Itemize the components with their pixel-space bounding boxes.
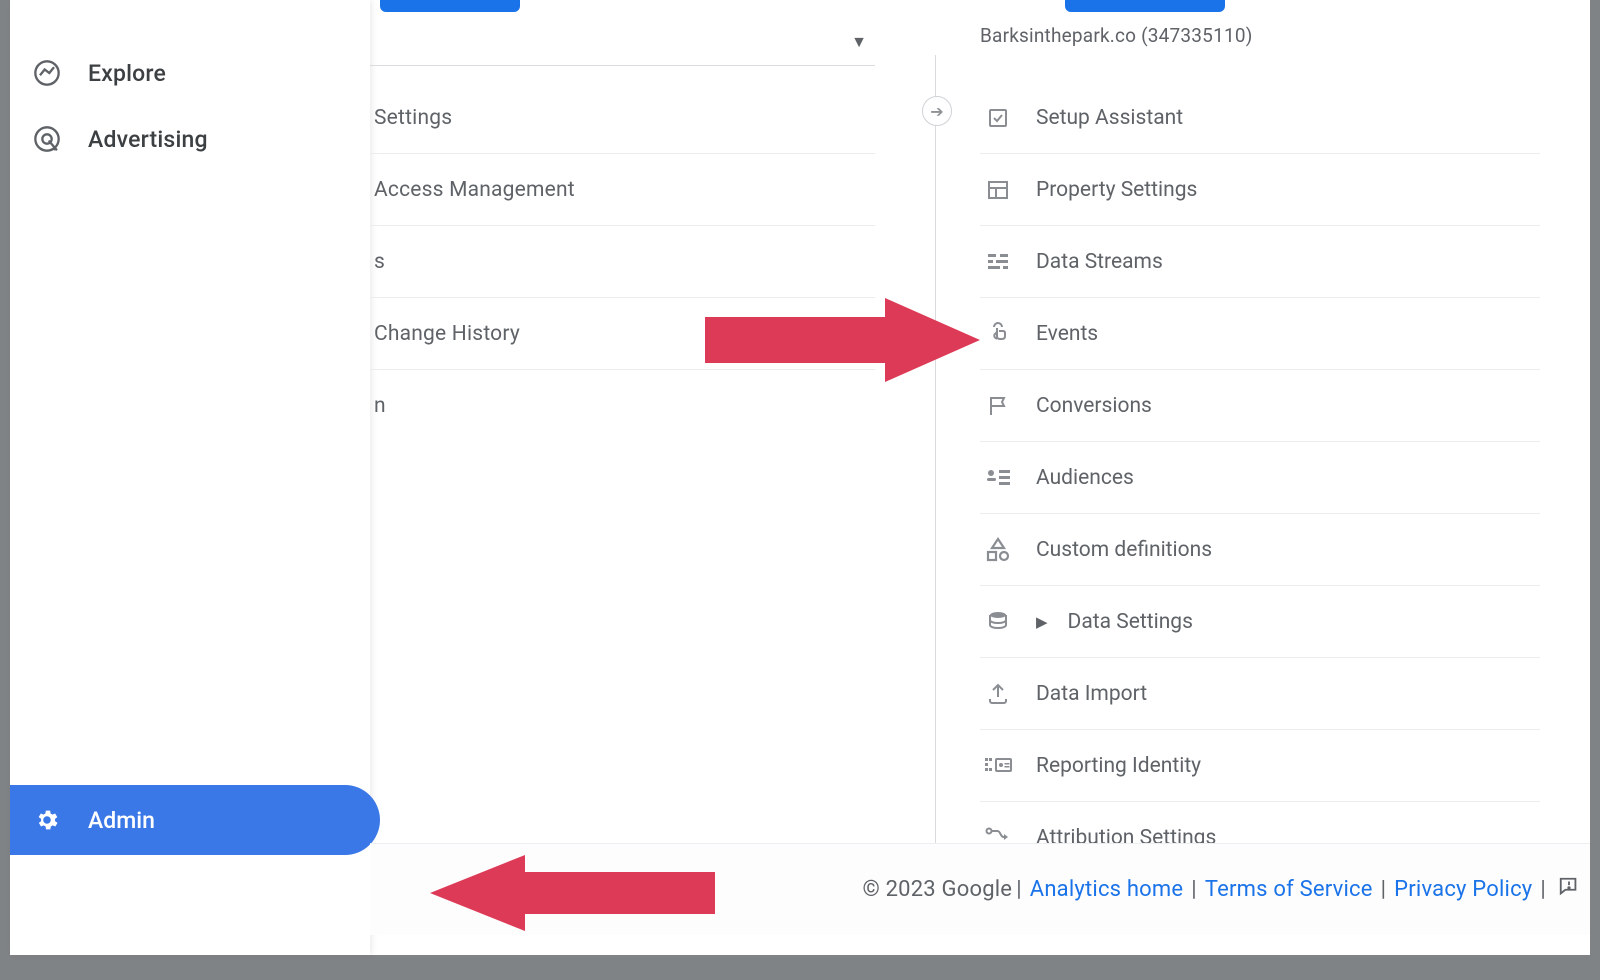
account-row-settings[interactable]: Settings <box>370 82 875 154</box>
property-row-conversions[interactable]: Conversions <box>980 370 1540 442</box>
row-label: Change History <box>374 322 520 346</box>
advertising-icon <box>32 124 62 154</box>
sidebar-item-admin[interactable]: Admin <box>10 785 380 855</box>
footer-separator: | <box>1381 877 1387 902</box>
footer: © 2023 Google | Analytics home | Terms o… <box>370 843 1590 935</box>
property-row-data-import[interactable]: Data Import <box>980 658 1540 730</box>
row-label: Conversions <box>1036 394 1152 418</box>
upload-icon <box>984 680 1012 708</box>
touch-icon <box>984 320 1012 348</box>
property-row-events[interactable]: Events <box>980 298 1540 370</box>
footer-link-terms[interactable]: Terms of Service <box>1205 877 1373 902</box>
property-row-audiences[interactable]: Audiences <box>980 442 1540 514</box>
account-row-access-management[interactable]: Access Management <box>370 154 875 226</box>
property-header: Barksinthepark.co (347335110) <box>980 24 1253 47</box>
feedback-icon[interactable] <box>1558 876 1580 904</box>
flag-icon <box>984 392 1012 420</box>
property-row-property-settings[interactable]: Property Settings <box>980 154 1540 226</box>
account-row-change-history[interactable]: Change History <box>370 298 875 370</box>
row-label: s <box>374 250 385 274</box>
row-label: Events <box>1036 322 1098 346</box>
property-row-data-settings[interactable]: ▶ Data Settings <box>980 586 1540 658</box>
row-label: Setup Assistant <box>1036 106 1183 130</box>
property-row-data-streams[interactable]: Data Streams <box>980 226 1540 298</box>
row-label: Data Streams <box>1036 250 1163 274</box>
account-row-truncated-n[interactable]: n <box>370 370 875 442</box>
audiences-icon <box>984 464 1012 492</box>
shapes-icon <box>984 536 1012 564</box>
sidebar-item-explore[interactable]: Explore <box>10 40 370 106</box>
checklist-icon <box>984 104 1012 132</box>
row-label: Access Management <box>374 178 575 202</box>
column-divider <box>935 55 936 895</box>
property-row-reporting-identity[interactable]: Reporting Identity <box>980 730 1540 802</box>
sidebar-item-label: Explore <box>88 60 166 87</box>
row-label: Data Settings <box>1068 610 1193 634</box>
row-label: Custom definitions <box>1036 538 1212 562</box>
row-label: Reporting Identity <box>1036 754 1201 778</box>
account-column: ▼ Settings Access Management s Change Hi… <box>370 0 940 955</box>
row-label: n <box>374 394 386 418</box>
footer-separator: | <box>1191 877 1197 902</box>
row-label: Property Settings <box>1036 178 1197 202</box>
caret-right-icon: ▶ <box>1036 613 1048 631</box>
gear-icon <box>32 805 62 835</box>
footer-link-privacy[interactable]: Privacy Policy <box>1394 877 1532 902</box>
database-icon <box>984 608 1012 636</box>
sidebar-item-advertising[interactable]: Advertising <box>10 106 370 172</box>
sidebar-item-label: Admin <box>88 807 155 834</box>
left-sidebar: Explore Advertising Admin <box>10 0 370 955</box>
row-label: Audiences <box>1036 466 1134 490</box>
footer-copyright: © 2023 Google <box>862 877 1012 902</box>
layout-icon <box>984 176 1012 204</box>
explore-icon <box>32 58 62 88</box>
account-selector[interactable]: ▼ <box>370 18 875 66</box>
row-label: Settings <box>374 106 452 130</box>
sidebar-item-label: Advertising <box>88 126 208 153</box>
data-streams-icon <box>984 248 1012 276</box>
property-row-custom-definitions[interactable]: Custom definitions <box>980 514 1540 586</box>
collapse-column-button[interactable]: ➔ <box>922 96 952 126</box>
account-row-truncated-s[interactable]: s <box>370 226 875 298</box>
footer-separator: | <box>1016 877 1022 902</box>
footer-separator: | <box>1540 877 1546 902</box>
footer-link-analytics-home[interactable]: Analytics home <box>1030 877 1184 902</box>
arrow-right-icon: ➔ <box>930 102 943 121</box>
property-column: ➔ Barksinthepark.co (347335110) Setup As… <box>980 0 1590 955</box>
row-label: Data Import <box>1036 682 1147 706</box>
caret-down-icon: ▼ <box>851 32 867 52</box>
identity-icon <box>984 752 1012 780</box>
property-row-setup-assistant[interactable]: Setup Assistant <box>980 82 1540 154</box>
